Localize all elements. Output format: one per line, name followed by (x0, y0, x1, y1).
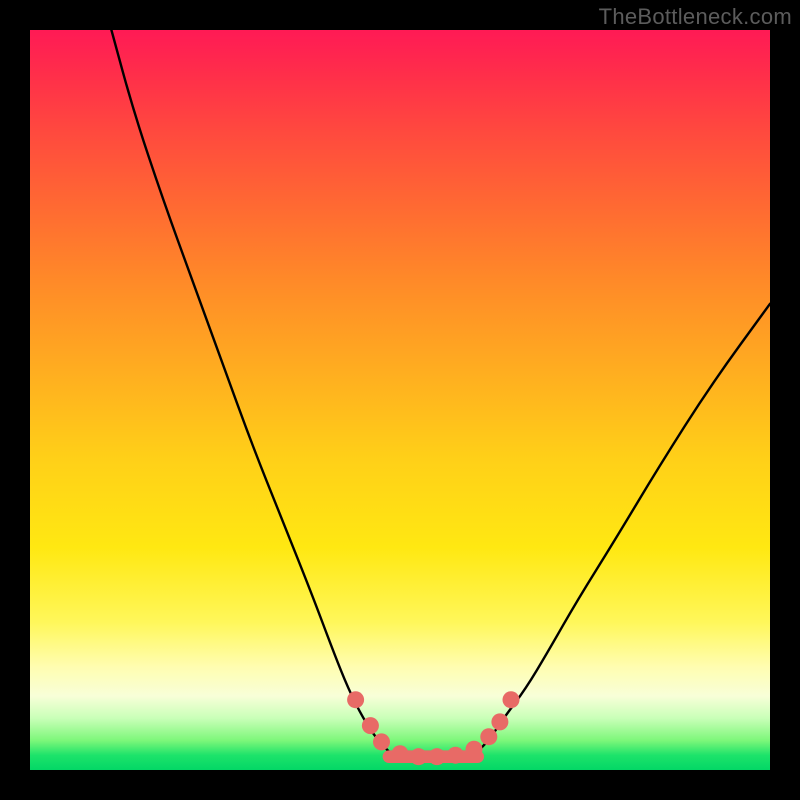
marker-dot (392, 745, 409, 762)
curve-right-branch (474, 304, 770, 755)
curve-group (111, 30, 770, 759)
marker-dots (347, 691, 519, 765)
marker-dot (410, 748, 427, 765)
marker-dot (503, 691, 520, 708)
marker-dot (347, 691, 364, 708)
marker-dot (429, 748, 446, 765)
marker-dot (373, 733, 390, 750)
marker-dot (447, 747, 464, 764)
plot-area (30, 30, 770, 770)
marker-dot (362, 717, 379, 734)
curve-left-branch (111, 30, 392, 755)
chart-frame: TheBottleneck.com (0, 0, 800, 800)
marker-dot (466, 741, 483, 758)
marker-dot (480, 728, 497, 745)
watermark-text: TheBottleneck.com (599, 4, 792, 30)
marker-dot (491, 713, 508, 730)
curve-svg (30, 30, 770, 770)
